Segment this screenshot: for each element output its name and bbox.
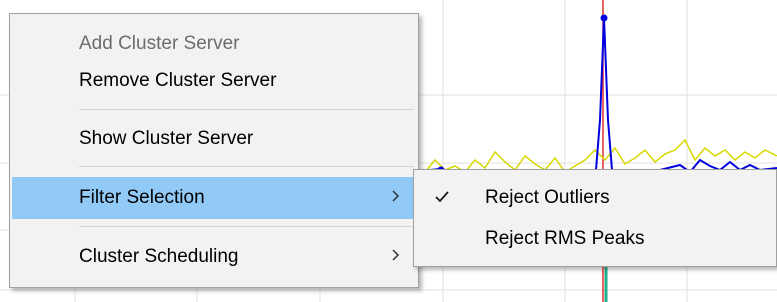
menu-item-label: Show Cluster Server <box>79 128 254 149</box>
menu-item-remove-cluster-server[interactable]: Remove Cluster Server <box>12 62 416 100</box>
menu-item-cluster-scheduling[interactable]: Cluster Scheduling <box>12 236 416 278</box>
menu-item-label: Add Cluster Server <box>79 33 240 54</box>
menu-separator <box>79 166 414 167</box>
menu-item-label: Reject RMS Peaks <box>485 228 645 249</box>
checkmark-icon <box>434 187 450 209</box>
menu-separator <box>79 109 414 110</box>
menu-item-label: Remove Cluster Server <box>79 70 277 91</box>
menu-item-reject-outliers[interactable]: Reject Outliers <box>416 176 774 219</box>
menu-item-label: Cluster Scheduling <box>79 246 239 267</box>
menu-separator <box>79 226 414 227</box>
chevron-right-icon <box>391 188 400 208</box>
context-menu: Add Cluster Server Remove Cluster Server… <box>9 13 419 288</box>
filter-selection-submenu: Reject Outliers Reject RMS Peaks <box>413 169 777 267</box>
menu-item-reject-rms-peaks[interactable]: Reject RMS Peaks <box>416 219 774 259</box>
menu-item-filter-selection[interactable]: Filter Selection <box>12 177 416 219</box>
chevron-right-icon <box>391 247 400 267</box>
menu-item-label: Filter Selection <box>79 187 205 208</box>
series-blue-peak-marker <box>600 14 608 22</box>
menu-item-show-cluster-server[interactable]: Show Cluster Server <box>12 119 416 159</box>
menu-item-label: Reject Outliers <box>485 186 610 208</box>
menu-item-add-cluster-server[interactable]: Add Cluster Server <box>12 26 416 62</box>
